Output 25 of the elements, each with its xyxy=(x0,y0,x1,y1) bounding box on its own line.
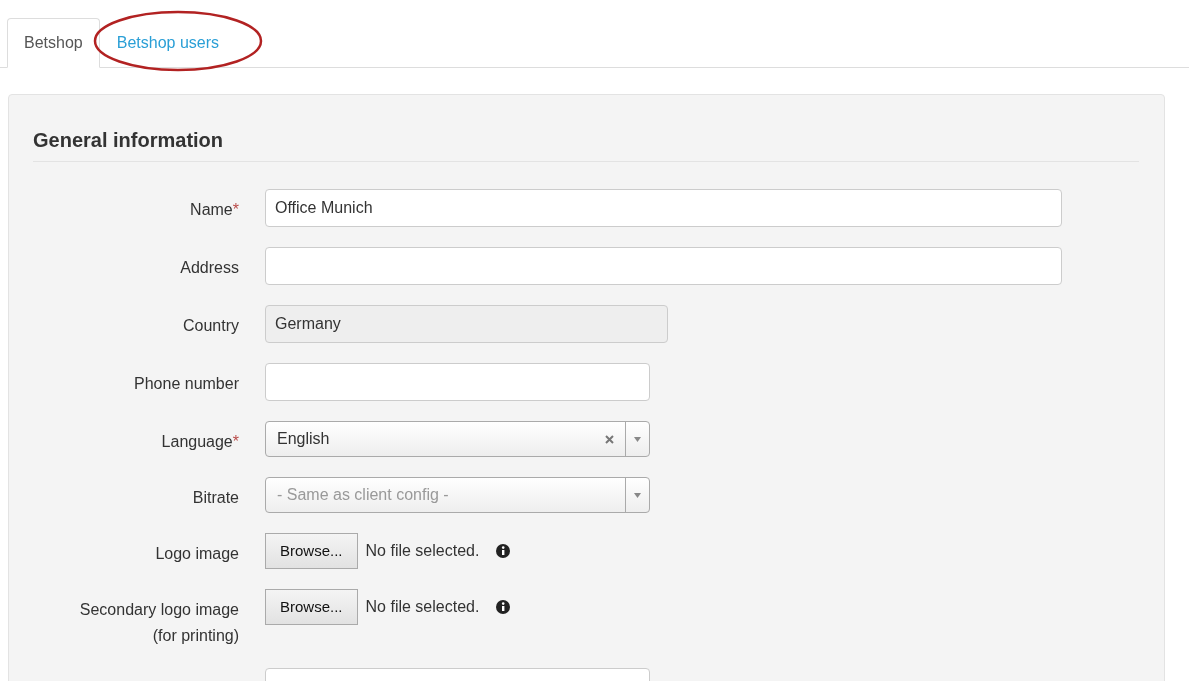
file-status: No file selected. xyxy=(365,541,480,561)
caret-icon xyxy=(634,492,641,498)
info-icon[interactable] xyxy=(496,544,511,558)
tab[interactable]: Betshop xyxy=(7,18,100,68)
file-status: No file selected. xyxy=(365,597,480,617)
field-label: Logo image xyxy=(155,544,239,564)
input-field[interactable] xyxy=(265,247,1062,285)
browse-button[interactable]: Browse... xyxy=(265,533,358,569)
field-label: Address xyxy=(180,258,239,278)
caret-icon xyxy=(634,436,641,442)
field-label: Phone number xyxy=(134,374,239,394)
input-field: Germany xyxy=(265,305,668,343)
field-label: Secondary logo image xyxy=(79,600,239,620)
field-label: Bitrate xyxy=(192,488,239,508)
field-label: Language* xyxy=(161,432,239,452)
input-field[interactable] xyxy=(265,363,650,401)
browse-button[interactable]: Browse... xyxy=(265,589,358,625)
field-label: Country xyxy=(182,316,239,336)
input-field[interactable]: Office Munich xyxy=(265,189,1062,227)
section-title: General information xyxy=(33,128,225,153)
clear-icon[interactable] xyxy=(605,434,614,444)
info-icon[interactable] xyxy=(496,600,511,614)
select-field[interactable]: English xyxy=(265,421,650,457)
field-label: Name* xyxy=(190,200,239,220)
field-label: (for printing) xyxy=(152,625,239,646)
